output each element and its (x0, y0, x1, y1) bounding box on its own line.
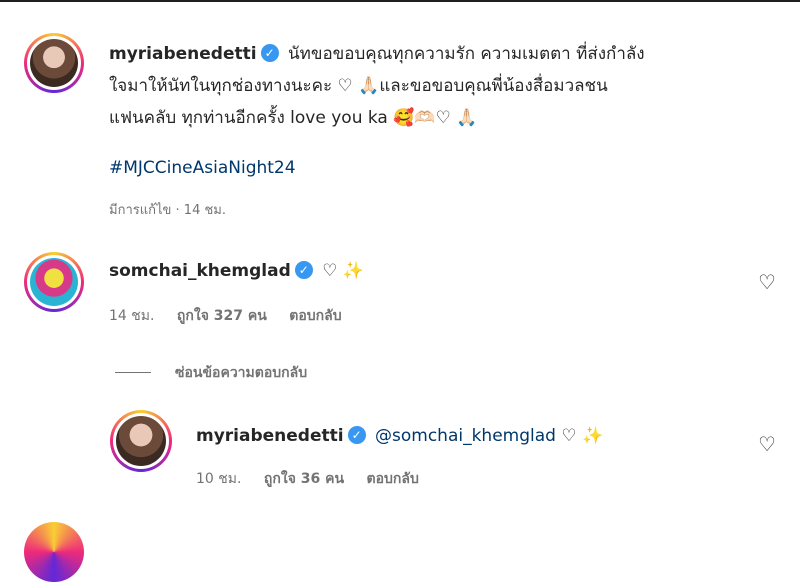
comment-1: somchai_khemglad ✓ ♡ ✨ (109, 261, 364, 281)
next-comment-avatar[interactable] (24, 522, 84, 582)
heart-outline-icon[interactable]: ♡ (757, 272, 777, 292)
reply-1-meta: 10 ชม. ถูกใจ 36 คน ตอบกลับ (196, 468, 437, 490)
reply-button[interactable]: ตอบกลับ (289, 308, 341, 324)
divider-line (115, 372, 151, 373)
post-meta: มีการแก้ไข · 14 ชม. (109, 203, 226, 218)
verified-badge-icon: ✓ (294, 261, 313, 279)
reply-author-username[interactable]: myriabenedetti (196, 426, 344, 446)
comment-author-avatar[interactable] (24, 252, 84, 312)
comment-time: 14 ชม. (109, 308, 155, 324)
reply-time: 10 ชม. (196, 471, 242, 487)
reply-button[interactable]: ตอบกลับ (367, 471, 419, 487)
comment-likes[interactable]: ถูกใจ 327 คน (177, 308, 267, 324)
post-caption: myriabenedetti ✓ นัทขอขอบคุณทุกความรัก คว… (109, 38, 749, 134)
hashtag-link[interactable]: #MJCCineAsiaNight24 (109, 158, 296, 178)
caption-line-2: ใจมาให้นัทในทุกช่องทางนะคะ ♡ 🙏🏻และขอขอบค… (109, 76, 608, 96)
comment-1-meta: 14 ชม. ถูกใจ 327 คน ตอบกลับ (109, 305, 360, 327)
reply-text: ♡ ✨ (561, 426, 604, 446)
verified-badge-icon: ✓ (347, 426, 366, 444)
avatar-image (116, 416, 166, 466)
caption-line-3: แฟนคลับ ทุกท่านอีกครั้ง love you ka 🥰🫶🏻♡… (109, 108, 478, 128)
comment-text: ♡ ✨ (322, 261, 364, 281)
mention-link[interactable]: @somchai_khemglad (375, 426, 556, 446)
post-author-avatar[interactable] (24, 33, 84, 93)
top-border (0, 0, 800, 2)
heart-outline-icon[interactable]: ♡ (757, 434, 777, 454)
reply-1: myriabenedetti ✓ @somchai_khemglad ♡ ✨ (196, 426, 603, 446)
hide-replies-button[interactable]: ซ่อนข้อความตอบกลับ (175, 362, 307, 384)
post-author-username[interactable]: myriabenedetti (109, 44, 257, 64)
verified-badge-icon: ✓ (260, 44, 279, 62)
avatar-image (30, 258, 78, 306)
comment-author-username[interactable]: somchai_khemglad (109, 261, 291, 281)
reply-author-avatar[interactable] (110, 410, 172, 472)
avatar-image (30, 39, 78, 87)
caption-line-1: นัทขอขอบคุณทุกความรัก ความเมตตา ที่ส่งกำ… (288, 44, 645, 64)
reply-likes[interactable]: ถูกใจ 36 คน (264, 471, 344, 487)
